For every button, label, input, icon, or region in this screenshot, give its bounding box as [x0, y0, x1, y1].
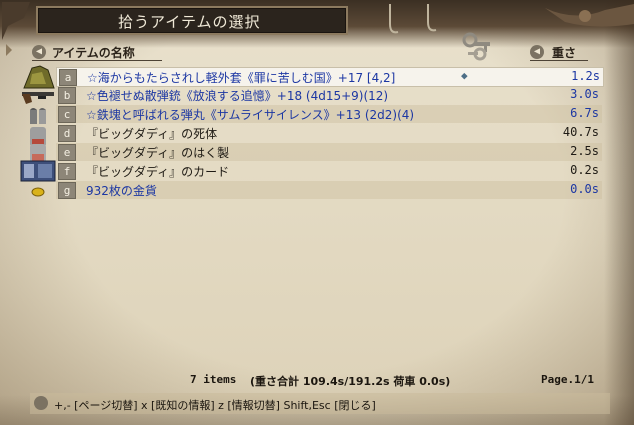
item-name: 『ビッグダディ』の死体 — [86, 127, 218, 141]
pouch-icon — [545, 4, 634, 27]
item-name: ☆色褪せぬ散弾銃《放浪する追憶》+18 (4d15+9)(12) — [86, 89, 389, 103]
item-row-c[interactable]: c ☆鉄塊と呼ばれる弾丸《サムライサイレンス》+13 (2d2)(4) 6.7s — [56, 105, 602, 123]
item-name: 『ビッグダディ』のはく製 — [86, 146, 230, 160]
window-title: 拾うアイテムの選択 — [118, 13, 261, 31]
header-divider — [530, 60, 588, 61]
hook-icon — [389, 4, 437, 34]
page-indicator: Page.1/1 — [541, 373, 594, 386]
item-weight: 6.7s — [570, 106, 599, 120]
header-divider — [32, 60, 162, 61]
item-row-g[interactable]: g 932枚の金貨 0.0s — [56, 181, 602, 199]
help-bar: +,- [ページ切替] x [既知の情報] z [情報切替] Shift,Esc… — [30, 393, 610, 414]
item-weight: 1.2s — [571, 69, 600, 83]
weight-column-header[interactable]: 重さ — [552, 44, 576, 61]
pickup-window: 拾うアイテムの選択 ◀ アイテムの名称 ◀ 重さ a ☆海からもたらされし軽外套… — [0, 0, 634, 425]
sort-arrow-icon[interactable]: ◀ — [530, 45, 544, 59]
cloak-icon — [23, 65, 55, 89]
item-name: 932枚の金貨 — [86, 184, 157, 198]
title-box: 拾うアイテムの選択 — [36, 6, 348, 35]
shotgun-icon — [22, 92, 54, 104]
item-key[interactable]: f — [58, 163, 76, 180]
help-text: +,- [ページ切替] x [既知の情報] z [情報切替] Shift,Esc… — [54, 399, 376, 412]
item-key[interactable]: a — [59, 69, 77, 86]
card-icon — [20, 160, 56, 182]
list-header: ◀ アイテムの名称 ◀ 重さ — [30, 42, 610, 62]
hint-icon — [34, 396, 48, 410]
item-key[interactable]: b — [58, 87, 76, 104]
item-weight: 3.0s — [570, 87, 599, 101]
cursor-diamond-icon: ◆ — [461, 69, 468, 82]
item-key[interactable]: d — [58, 125, 76, 142]
item-weight: 0.2s — [570, 163, 599, 177]
item-row-d[interactable]: d 『ビッグダディ』の死体 40.7s — [56, 124, 602, 142]
item-name: ☆鉄塊と呼ばれる弾丸《サムライサイレンス》+13 (2d2)(4) — [86, 108, 415, 122]
item-row-a[interactable]: a ☆海からもたらされし軽外套《罪に苦しむ国》+17 [4,2] ◆ 1.2s — [56, 67, 604, 87]
item-row-b[interactable]: b ☆色褪せぬ散弾銃《放浪する追憶》+18 (4d15+9)(12) 3.0s — [56, 86, 602, 104]
name-column-header[interactable]: アイテムの名称 — [52, 44, 135, 61]
sort-arrow-icon[interactable]: ◀ — [32, 45, 46, 59]
item-count: 7 items — [190, 373, 237, 386]
item-row-f[interactable]: f 『ビッグダディ』のカード 0.2s — [56, 162, 602, 180]
weight-summary: (重さ合計 109.4s/191.2s 荷車 0.0s) — [250, 375, 451, 388]
item-key[interactable]: g — [58, 182, 76, 199]
item-key[interactable]: e — [58, 144, 76, 161]
right-frame — [604, 0, 634, 425]
item-row-e[interactable]: e 『ビッグダディ』のはく製 2.5s — [56, 143, 602, 161]
item-weight: 2.5s — [570, 144, 599, 158]
item-name: 『ビッグダディ』のカード — [86, 165, 230, 179]
item-weight: 0.0s — [570, 182, 599, 196]
item-weight: 40.7s — [562, 125, 599, 139]
item-name: ☆海からもたらされし軽外套《罪に苦しむ国》+17 [4,2] — [87, 71, 396, 85]
gold-coin-icon — [31, 187, 45, 197]
bullet-icon — [30, 108, 46, 124]
item-key[interactable]: c — [58, 106, 76, 123]
